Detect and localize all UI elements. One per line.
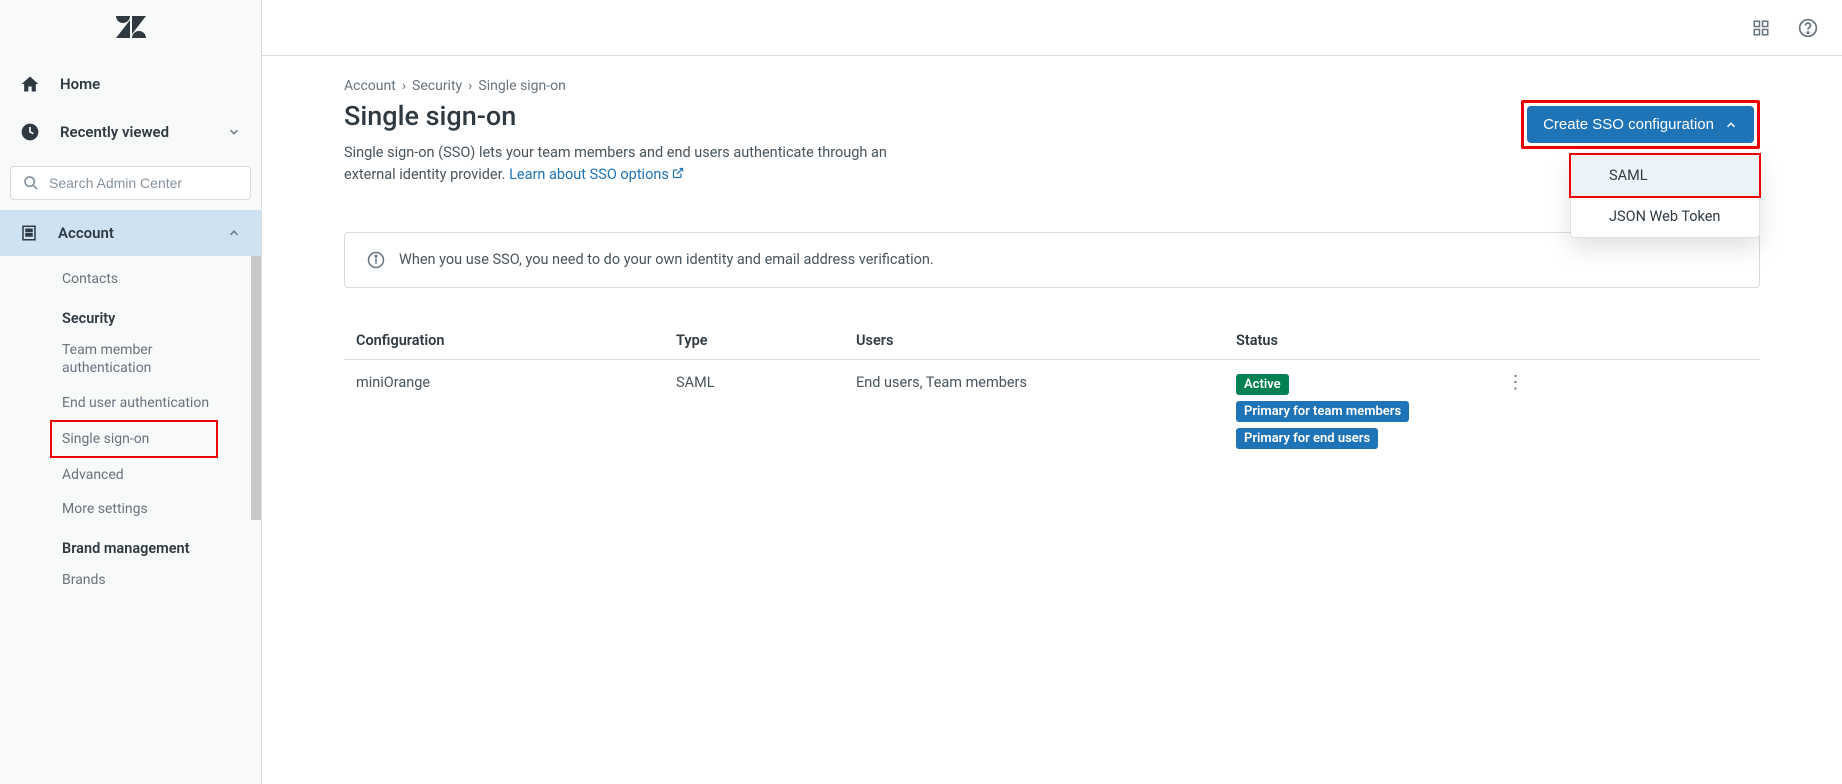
cell-config: miniOrange [356,374,676,391]
col-status: Status [1236,332,1496,349]
dropdown-item-jwt[interactable]: JSON Web Token [1571,196,1759,237]
sidebar-heading-security: Security [62,296,243,333]
status-badge-active: Active [1236,374,1289,395]
status-badge-primary-end: Primary for end users [1236,428,1378,449]
learn-sso-link-label: Learn about SSO options [509,166,669,183]
learn-sso-link[interactable]: Learn about SSO options [509,166,684,183]
nav-recently-viewed[interactable]: Recently viewed [10,108,251,156]
external-link-icon [672,167,684,179]
search-input-wrap[interactable] [10,166,251,200]
col-type: Type [676,332,856,349]
apps-grid-icon[interactable] [1752,19,1770,37]
page-subtitle: Single sign-on (SSO) lets your team memb… [344,142,924,186]
nav-home-label: Home [60,75,100,93]
info-banner: When you use SSO, you need to do your ow… [344,232,1760,288]
col-configuration: Configuration [356,332,676,349]
logo [0,0,261,52]
help-icon[interactable] [1798,18,1818,38]
chevron-right-icon: › [402,78,406,94]
info-text: When you use SSO, you need to do your ow… [399,251,934,268]
scrollbar-thumb[interactable] [251,210,261,520]
chevron-up-icon [1724,118,1738,132]
sidebar-item-advanced[interactable]: Advanced [62,458,243,492]
breadcrumb: Account › Security › Single sign-on [344,78,1760,94]
dropdown-item-saml[interactable]: SAML [1569,153,1761,198]
sidebar-heading-brand: Brand management [62,526,243,563]
table-header: Configuration Type Users Status [344,322,1760,360]
sidebar-item-team-member-auth[interactable]: Team member authentication [62,333,243,385]
status-badge-primary-team: Primary for team members [1236,401,1409,422]
sso-table: Configuration Type Users Status miniOran… [344,322,1760,463]
building-icon [20,224,38,242]
sidebar: Home Recently viewed ▲ [0,0,262,784]
home-icon [20,74,40,94]
cell-users: End users, Team members [856,374,1236,391]
chevron-up-icon [227,226,241,240]
cell-status: Active Primary for team members Primary … [1236,374,1496,449]
topbar [262,0,1842,56]
sidebar-section-account[interactable]: Account [0,210,261,256]
create-sso-config-button[interactable]: Create SSO configuration [1527,106,1754,143]
nav-recent-label: Recently viewed [60,123,169,141]
sidebar-item-contacts[interactable]: Contacts [62,262,243,296]
section-account-label: Account [58,224,114,242]
search-icon [23,175,39,191]
sidebar-item-end-user-auth[interactable]: End user authentication [62,386,243,420]
main-content: Account › Security › Single sign-on Sing… [262,0,1842,784]
breadcrumb-account[interactable]: Account [344,78,396,94]
page-title: Single sign-on [344,100,924,132]
sidebar-item-brands[interactable]: Brands [62,563,243,597]
row-actions-menu[interactable]: ⋮ [1496,374,1536,392]
clock-icon [20,122,40,142]
chevron-down-icon [227,125,241,139]
cell-type: SAML [676,374,856,391]
sidebar-item-more-settings[interactable]: More settings [62,492,243,526]
table-row: miniOrange SAML End users, Team members … [344,360,1760,463]
create-sso-dropdown: SAML JSON Web Token [1570,154,1760,238]
search-input[interactable] [49,175,238,191]
create-sso-label: Create SSO configuration [1543,116,1714,133]
col-users: Users [856,332,1236,349]
sidebar-item-single-sign-on[interactable]: Single sign-on [50,420,218,458]
breadcrumb-sso: Single sign-on [478,78,565,94]
zendesk-logo-icon [116,16,146,38]
nav-home[interactable]: Home [10,60,251,108]
info-icon [367,251,385,269]
chevron-right-icon: › [468,78,472,94]
breadcrumb-security[interactable]: Security [412,78,462,94]
